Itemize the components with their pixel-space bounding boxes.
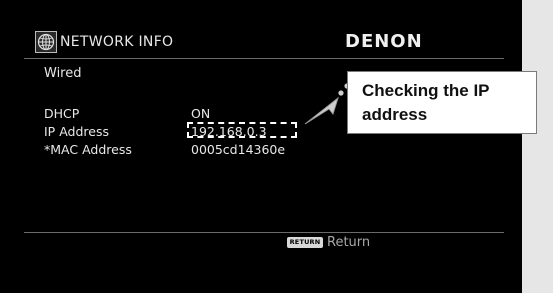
callout-text: Checking the IP address xyxy=(362,81,490,124)
page: NETWORK INFO DENON Wired DHCP ON IP Addr… xyxy=(0,0,553,293)
callout-arrow xyxy=(304,83,350,125)
callout-box: Checking the IP address xyxy=(347,71,537,134)
